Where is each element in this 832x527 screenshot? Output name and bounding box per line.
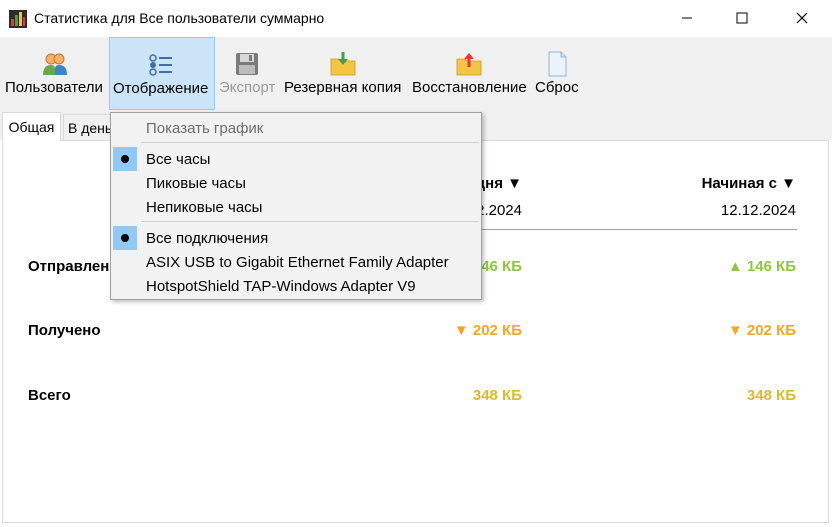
menu-item-all-connections-label: Все подключения bbox=[146, 230, 269, 247]
close-button[interactable] bbox=[779, 0, 825, 36]
radio-selected-icon bbox=[113, 147, 137, 171]
menu-item-hotspotshield-adapter[interactable]: HotspotShield TAP-Windows Adapter V9 bbox=[111, 274, 481, 298]
menu-item-offpeak-hours-label: Непиковые часы bbox=[146, 199, 263, 216]
display-dropdown-menu: Показать график Все часы Пиковые часы Не… bbox=[110, 112, 482, 300]
row-label-sent: Отправлено bbox=[28, 258, 119, 275]
users-icon bbox=[43, 53, 67, 75]
received-value-since: ▼ 202 КБ bbox=[727, 322, 796, 339]
toolbar-display-label: Отображение bbox=[113, 80, 209, 97]
total-value-since: 348 КБ bbox=[746, 387, 796, 404]
toolbar-display-button[interactable]: Отображение bbox=[109, 37, 215, 110]
app-bar-chart-icon bbox=[9, 10, 27, 28]
toolbar-backup-button[interactable]: Резервная копия bbox=[280, 37, 406, 110]
toolbar-restore-label: Восстановление bbox=[412, 79, 527, 96]
toolbar-backup-label: Резервная копия bbox=[284, 79, 402, 96]
display-settings-icon bbox=[149, 54, 172, 76]
menu-separator bbox=[141, 221, 479, 222]
toolbar-users-label: Пользователи bbox=[5, 79, 103, 96]
menu-item-offpeak-hours[interactable]: Непиковые часы bbox=[111, 195, 481, 219]
column-header-since[interactable]: Начиная с ▼ bbox=[702, 175, 796, 192]
minimize-button[interactable] bbox=[664, 0, 710, 36]
toolbar-export-button[interactable]: Экспорт bbox=[216, 37, 278, 110]
restore-folder-icon bbox=[456, 53, 482, 76]
tab-general[interactable]: Общая bbox=[2, 112, 61, 141]
window-title: Статистика для Все пользователи суммарно bbox=[34, 10, 325, 26]
floppy-disk-icon bbox=[236, 53, 258, 75]
title-bar: Статистика для Все пользователи суммарно bbox=[0, 0, 832, 36]
close-icon bbox=[796, 12, 808, 24]
menu-item-all-hours-label: Все часы bbox=[146, 151, 211, 168]
menu-separator bbox=[141, 142, 479, 143]
backup-folder-icon bbox=[330, 52, 356, 76]
menu-item-hotspotshield-adapter-label: HotspotShield TAP-Windows Adapter V9 bbox=[146, 278, 416, 295]
maximize-icon bbox=[736, 12, 748, 24]
minimize-icon bbox=[682, 17, 692, 19]
sent-value-day: 46 КБ bbox=[481, 258, 522, 275]
row-label-total: Всего bbox=[28, 387, 71, 404]
menu-item-asix-adapter-label: ASIX USB to Gigabit Ethernet Family Adap… bbox=[146, 254, 449, 271]
menu-item-all-connections[interactable]: Все подключения bbox=[111, 226, 481, 250]
menu-item-show-chart[interactable]: Показать график bbox=[111, 116, 481, 140]
tab-general-label: Общая bbox=[8, 119, 55, 135]
toolbar-export-label: Экспорт bbox=[219, 79, 276, 96]
maximize-button[interactable] bbox=[719, 0, 765, 36]
blank-page-icon bbox=[548, 51, 567, 77]
column-header-day[interactable]: дня ▼ bbox=[476, 175, 522, 192]
column-date-day: 2.2024 bbox=[476, 202, 522, 219]
toolbar-users-button[interactable]: Пользователи bbox=[2, 37, 106, 110]
row-label-received: Получено bbox=[28, 322, 101, 339]
sent-value-since: ▲ 146 КБ bbox=[727, 258, 796, 275]
toolbar-restore-button[interactable]: Восстановление bbox=[408, 37, 530, 110]
menu-item-peak-hours-label: Пиковые часы bbox=[146, 175, 246, 192]
received-value-day: ▼ 202 КБ bbox=[453, 322, 522, 339]
menu-item-all-hours[interactable]: Все часы bbox=[111, 147, 481, 171]
total-value-day: 348 КБ bbox=[472, 387, 522, 404]
toolbar: Пользователи Отображение Экспорт Резервн… bbox=[0, 37, 832, 111]
toolbar-reset-label: Сброс bbox=[535, 79, 579, 96]
menu-item-peak-hours[interactable]: Пиковые часы bbox=[111, 171, 481, 195]
menu-item-asix-adapter[interactable]: ASIX USB to Gigabit Ethernet Family Adap… bbox=[111, 250, 481, 274]
tab-per-day-label: В день bbox=[68, 120, 113, 136]
menu-item-show-chart-label: Показать график bbox=[146, 120, 264, 137]
column-date-since: 12.12.2024 bbox=[720, 202, 796, 219]
radio-selected-icon bbox=[113, 226, 137, 250]
toolbar-reset-button[interactable]: Сброс bbox=[532, 37, 582, 110]
